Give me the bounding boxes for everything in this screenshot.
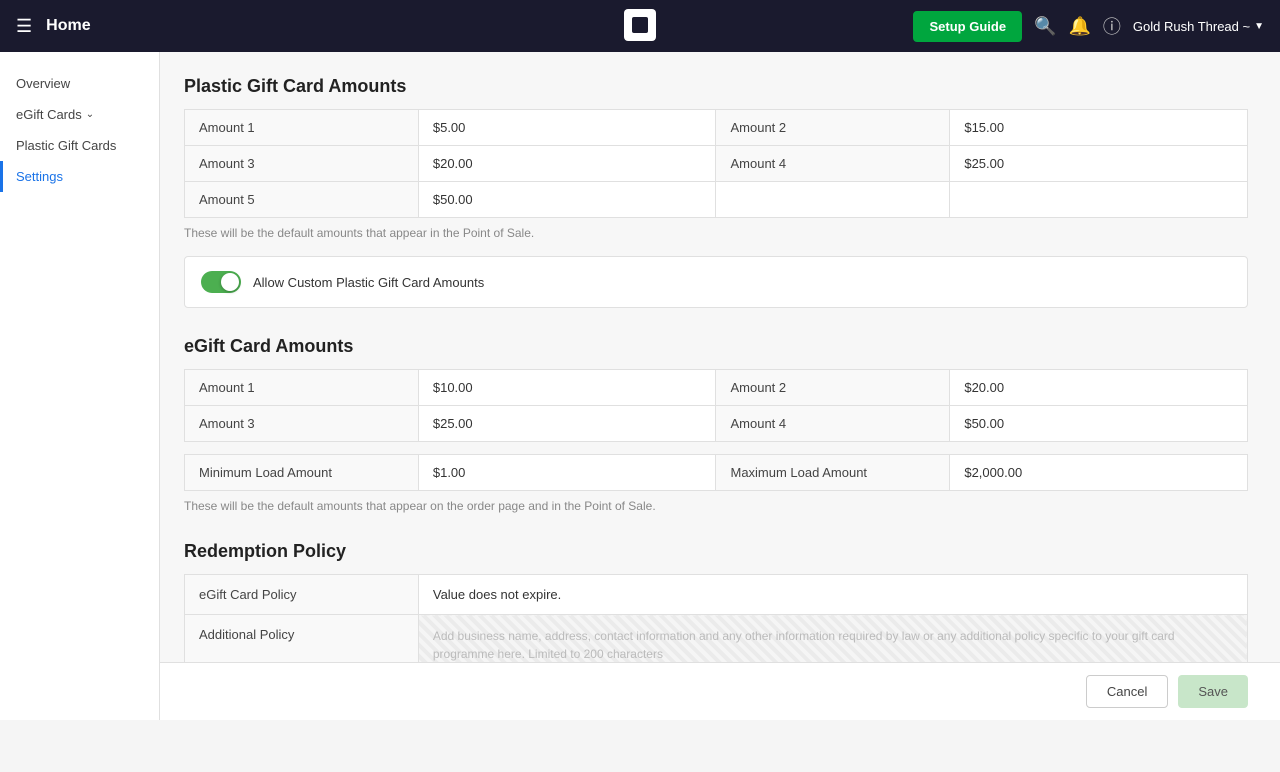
search-icon[interactable]: 🔍 <box>1034 16 1056 37</box>
egift-amount3-label: Amount 3 <box>185 406 419 442</box>
egift-amounts-table: Amount 1 $10.00 Amount 2 $20.00 Amount 3… <box>184 369 1248 442</box>
amount3-value: $20.00 <box>418 146 716 182</box>
plastic-gift-card-title: Plastic Gift Card Amounts <box>184 76 1248 97</box>
sidebar-item-overview[interactable]: Overview <box>0 68 159 99</box>
table-row: Amount 3 $25.00 Amount 4 $50.00 <box>185 406 1248 442</box>
store-chevron-icon: ▼ <box>1254 21 1264 32</box>
egift-amount4-value: $50.00 <box>950 406 1248 442</box>
custom-amounts-toggle[interactable] <box>201 271 241 293</box>
egift-chevron-icon: ⌄ <box>86 109 94 120</box>
egift-amount2-value: $20.00 <box>950 370 1248 406</box>
amount3-label: Amount 3 <box>185 146 419 182</box>
min-load-label: Minimum Load Amount <box>185 455 419 491</box>
table-row: Amount 3 $20.00 Amount 4 $25.00 <box>185 146 1248 182</box>
setup-guide-button[interactable]: Setup Guide <box>913 11 1022 42</box>
amount2-label: Amount 2 <box>716 110 950 146</box>
plastic-helper-text: These will be the default amounts that a… <box>184 226 1248 240</box>
main-layout: Overview eGift Cards ⌄ Plastic Gift Card… <box>0 52 1280 720</box>
main-content: Plastic Gift Card Amounts Amount 1 $5.00… <box>160 52 1280 720</box>
egift-amount3-value: $25.00 <box>418 406 716 442</box>
footer-actions: Cancel Save <box>160 662 1280 720</box>
max-load-label: Maximum Load Amount <box>716 455 950 491</box>
table-row: Amount 1 $5.00 Amount 2 $15.00 <box>185 110 1248 146</box>
egift-amount1-value: $10.00 <box>418 370 716 406</box>
store-name: Gold Rush Thread ~ <box>1133 19 1250 34</box>
table-row: Minimum Load Amount $1.00 Maximum Load A… <box>185 455 1248 491</box>
sidebar-item-egift-cards[interactable]: eGift Cards ⌄ <box>0 99 159 130</box>
amount1-value: $5.00 <box>418 110 716 146</box>
help-icon[interactable]: ⓘ <box>1103 13 1121 39</box>
sidebar: Overview eGift Cards ⌄ Plastic Gift Card… <box>0 52 160 720</box>
table-row: Amount 5 $50.00 <box>185 182 1248 218</box>
save-button[interactable]: Save <box>1178 675 1248 708</box>
amount4-value: $25.00 <box>950 146 1248 182</box>
min-load-value: $1.00 <box>418 455 716 491</box>
egift-policy-label: eGift Card Policy <box>185 575 419 615</box>
nav-title: Home <box>46 17 913 35</box>
egift-policy-value: Value does not expire. <box>418 575 1247 615</box>
egift-helper-text: These will be the default amounts that a… <box>184 499 1248 513</box>
custom-amounts-label: Allow Custom Plastic Gift Card Amounts <box>253 275 484 290</box>
egift-amount4-label: Amount 4 <box>716 406 950 442</box>
sidebar-item-settings[interactable]: Settings <box>0 161 159 192</box>
amount4-label: Amount 4 <box>716 146 950 182</box>
plastic-amounts-table: Amount 1 $5.00 Amount 2 $15.00 Amount 3 … <box>184 109 1248 218</box>
bell-icon[interactable]: 🔔 <box>1068 16 1090 37</box>
max-load-value: $2,000.00 <box>950 455 1248 491</box>
load-amounts-table: Minimum Load Amount $1.00 Maximum Load A… <box>184 454 1248 491</box>
hamburger-icon[interactable]: ☰ <box>16 16 32 37</box>
egift-card-title: eGift Card Amounts <box>184 336 1248 357</box>
store-selector[interactable]: Gold Rush Thread ~ ▼ <box>1133 19 1264 34</box>
table-row: Amount 1 $10.00 Amount 2 $20.00 <box>185 370 1248 406</box>
policy-egift-row: eGift Card Policy Value does not expire. <box>185 575 1248 615</box>
amount5-label: Amount 5 <box>185 182 419 218</box>
cancel-button[interactable]: Cancel <box>1086 675 1168 708</box>
egift-amount1-label: Amount 1 <box>185 370 419 406</box>
plastic-gift-card-section: Plastic Gift Card Amounts Amount 1 $5.00… <box>184 76 1248 308</box>
sidebar-item-plastic-gift-cards[interactable]: Plastic Gift Cards <box>0 130 159 161</box>
square-logo <box>624 9 656 41</box>
redemption-policy-title: Redemption Policy <box>184 541 1248 562</box>
amount1-label: Amount 1 <box>185 110 419 146</box>
custom-amounts-toggle-row: Allow Custom Plastic Gift Card Amounts <box>184 256 1248 308</box>
amount2-value: $15.00 <box>950 110 1248 146</box>
egift-amount2-label: Amount 2 <box>716 370 950 406</box>
toggle-knob <box>221 273 239 291</box>
egift-card-section: eGift Card Amounts Amount 1 $10.00 Amoun… <box>184 336 1248 513</box>
amount5-value: $50.00 <box>418 182 716 218</box>
top-nav: ☰ Home Setup Guide 🔍 🔔 ⓘ Gold Rush Threa… <box>0 0 1280 52</box>
